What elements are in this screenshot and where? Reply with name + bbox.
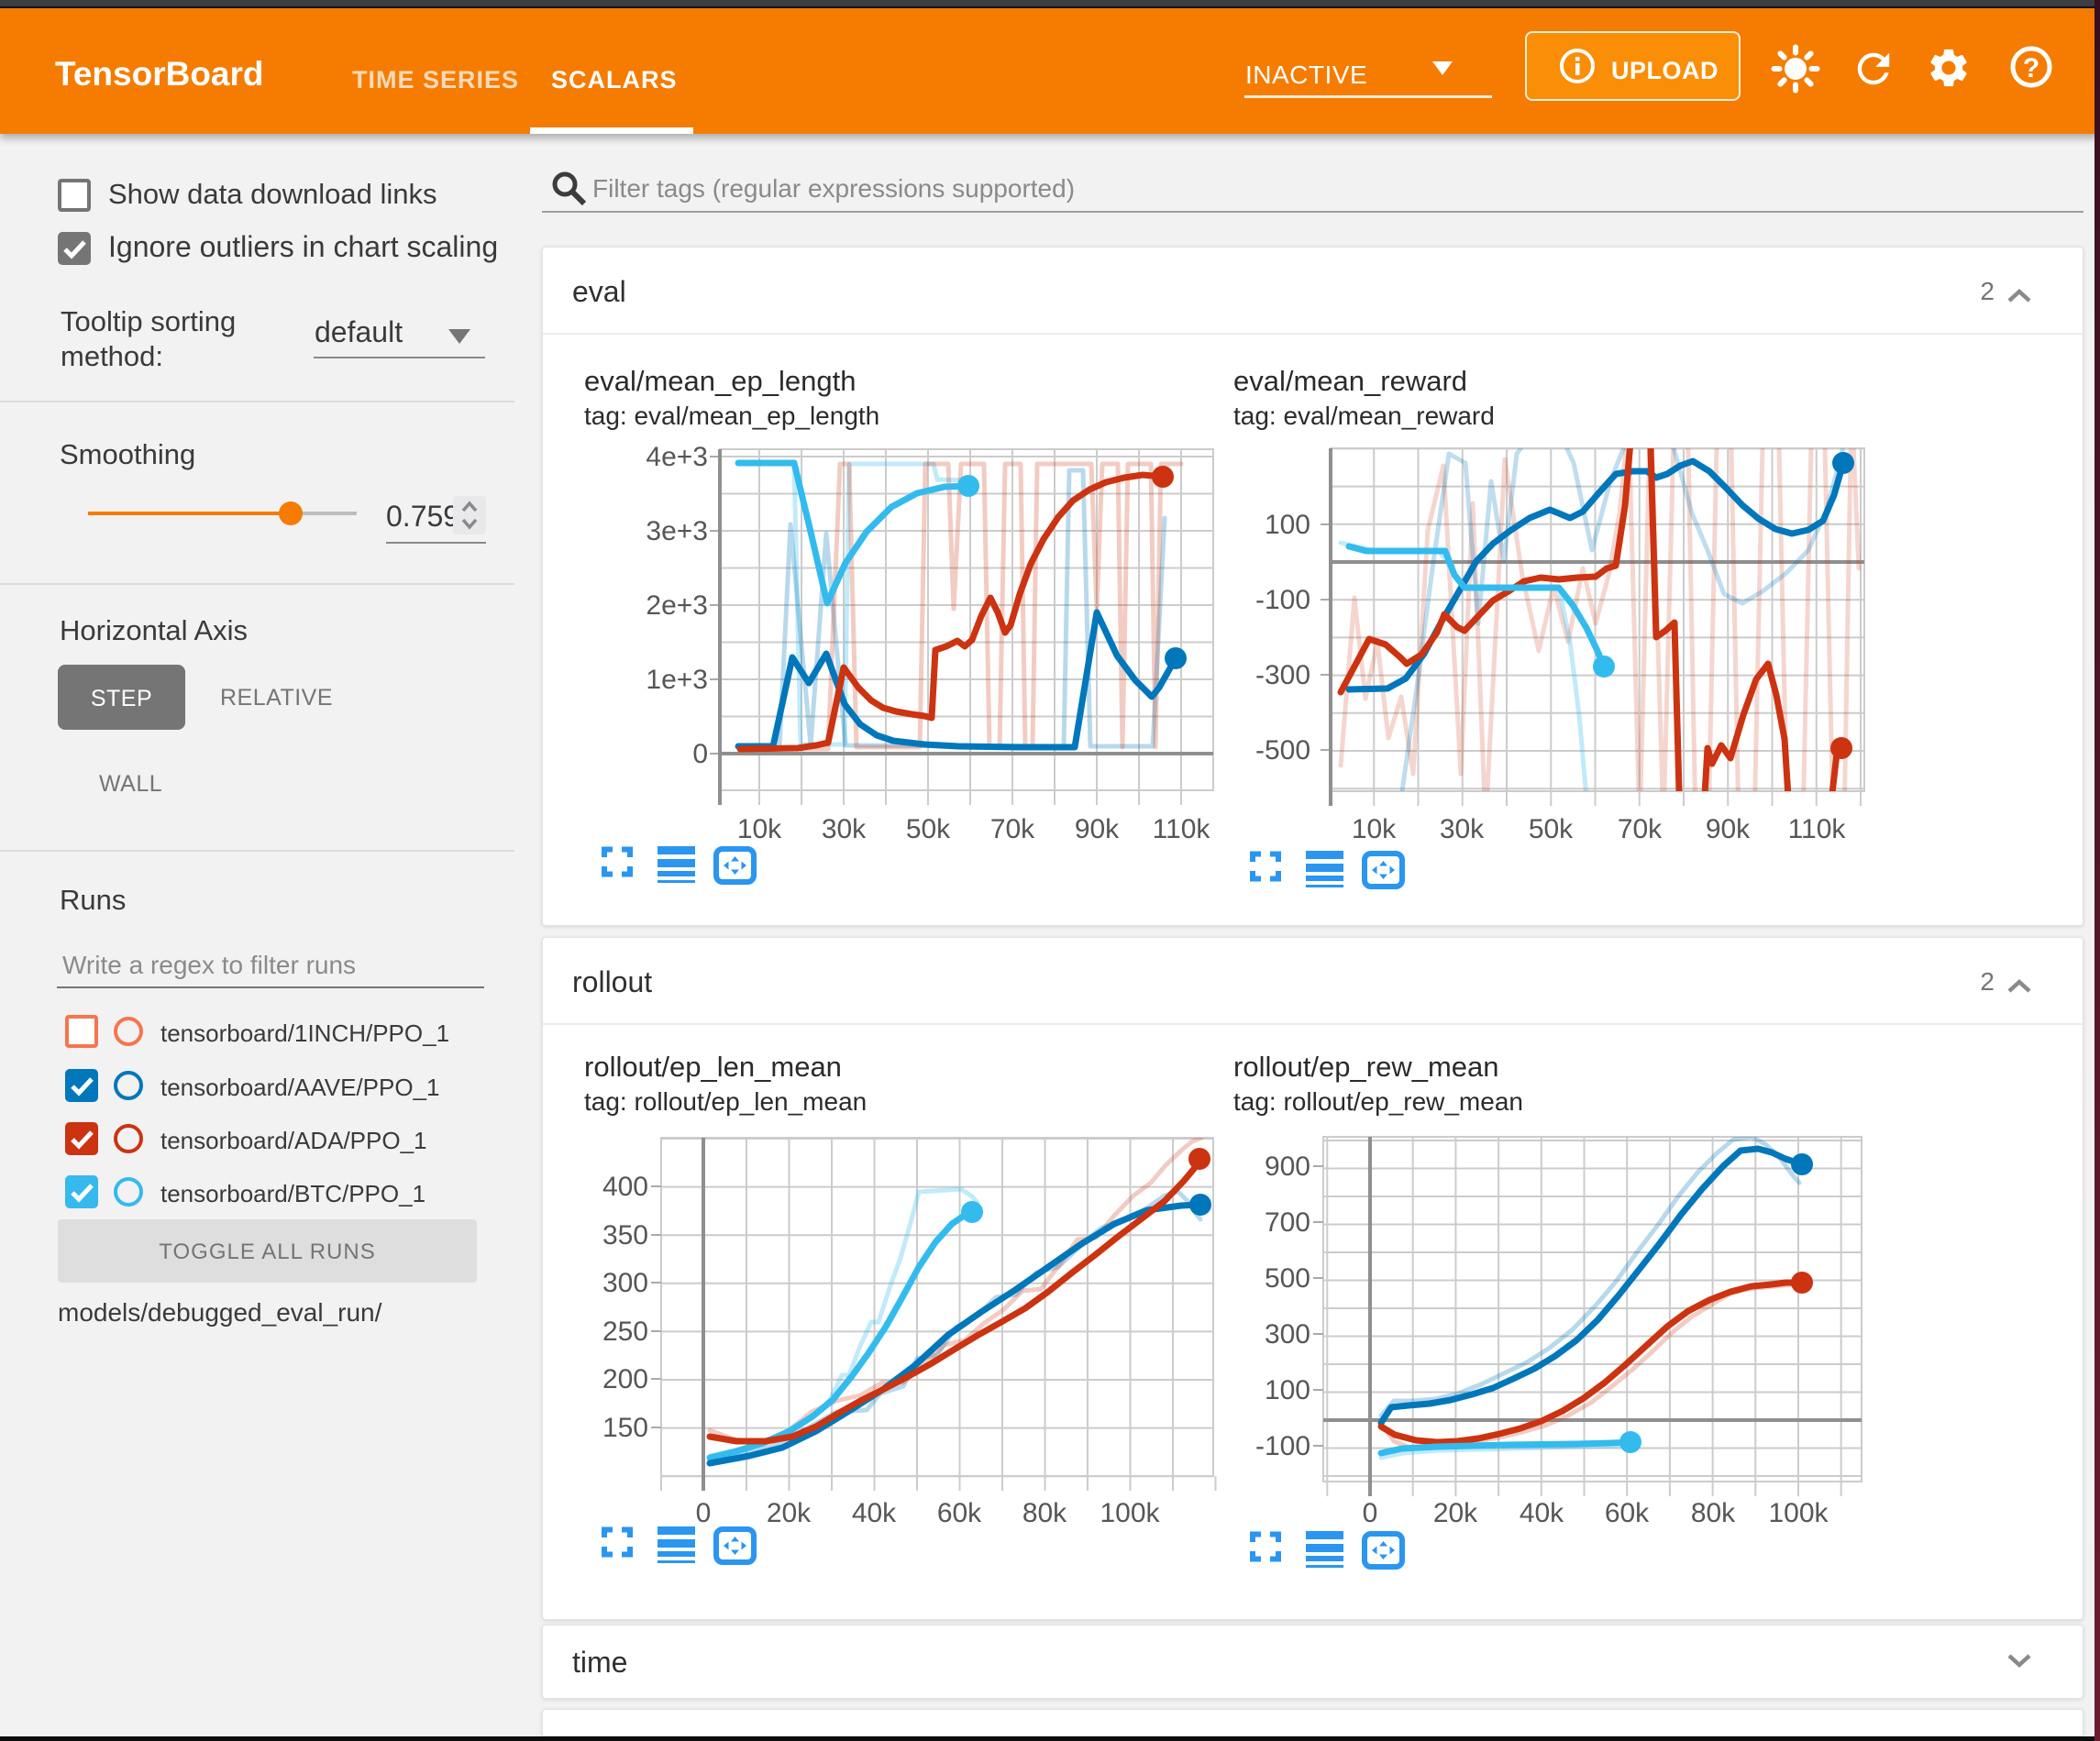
svg-text:150: 150 xyxy=(602,1413,648,1443)
svg-text:40k: 40k xyxy=(852,1498,897,1528)
svg-text:0: 0 xyxy=(1363,1498,1378,1528)
svg-text:900: 900 xyxy=(1265,1151,1310,1182)
svg-text:300: 300 xyxy=(602,1268,648,1298)
svg-text:30k: 30k xyxy=(822,814,867,844)
svg-text:-100: -100 xyxy=(1255,1431,1310,1461)
svg-text:110k: 110k xyxy=(1153,814,1211,844)
svg-text:90k: 90k xyxy=(1075,814,1120,844)
svg-text:2e+3: 2e+3 xyxy=(646,590,708,621)
svg-text:30k: 30k xyxy=(1440,814,1485,844)
svg-text:20k: 20k xyxy=(767,1498,812,1528)
svg-text:90k: 90k xyxy=(1706,814,1751,844)
svg-text:110k: 110k xyxy=(1788,814,1847,844)
svg-text:70k: 70k xyxy=(1618,814,1663,844)
svg-text:400: 400 xyxy=(602,1172,648,1202)
svg-text:10k: 10k xyxy=(1352,814,1397,844)
svg-text:3e+3: 3e+3 xyxy=(646,516,708,546)
svg-text:100: 100 xyxy=(1265,1375,1310,1405)
svg-text:350: 350 xyxy=(602,1220,648,1251)
svg-text:40k: 40k xyxy=(1520,1498,1564,1528)
svg-text:70k: 70k xyxy=(990,814,1035,844)
svg-text:0: 0 xyxy=(696,1498,712,1528)
svg-text:-500: -500 xyxy=(1255,735,1310,766)
svg-text:250: 250 xyxy=(602,1317,648,1347)
svg-text:80k: 80k xyxy=(1691,1498,1736,1528)
svg-text:50k: 50k xyxy=(1529,814,1574,844)
svg-text:60k: 60k xyxy=(1605,1498,1650,1528)
svg-text:500: 500 xyxy=(1265,1263,1310,1294)
svg-text:80k: 80k xyxy=(1022,1498,1067,1528)
svg-text:100k: 100k xyxy=(1768,1498,1829,1528)
svg-text:-100: -100 xyxy=(1255,585,1310,615)
svg-text:300: 300 xyxy=(1265,1319,1310,1350)
svg-text:1e+3: 1e+3 xyxy=(646,665,708,695)
svg-text:700: 700 xyxy=(1265,1207,1310,1238)
svg-text:-300: -300 xyxy=(1255,660,1310,690)
svg-text:4e+3: 4e+3 xyxy=(646,442,708,472)
svg-text:10k: 10k xyxy=(737,814,782,844)
svg-text:100k: 100k xyxy=(1100,1498,1160,1528)
svg-text:?: ? xyxy=(2023,53,2039,83)
svg-text:100: 100 xyxy=(1265,510,1310,540)
svg-text:60k: 60k xyxy=(937,1498,982,1528)
svg-text:20k: 20k xyxy=(1433,1498,1478,1528)
svg-text:0: 0 xyxy=(692,739,708,769)
svg-text:50k: 50k xyxy=(906,814,951,844)
svg-text:200: 200 xyxy=(602,1364,648,1394)
